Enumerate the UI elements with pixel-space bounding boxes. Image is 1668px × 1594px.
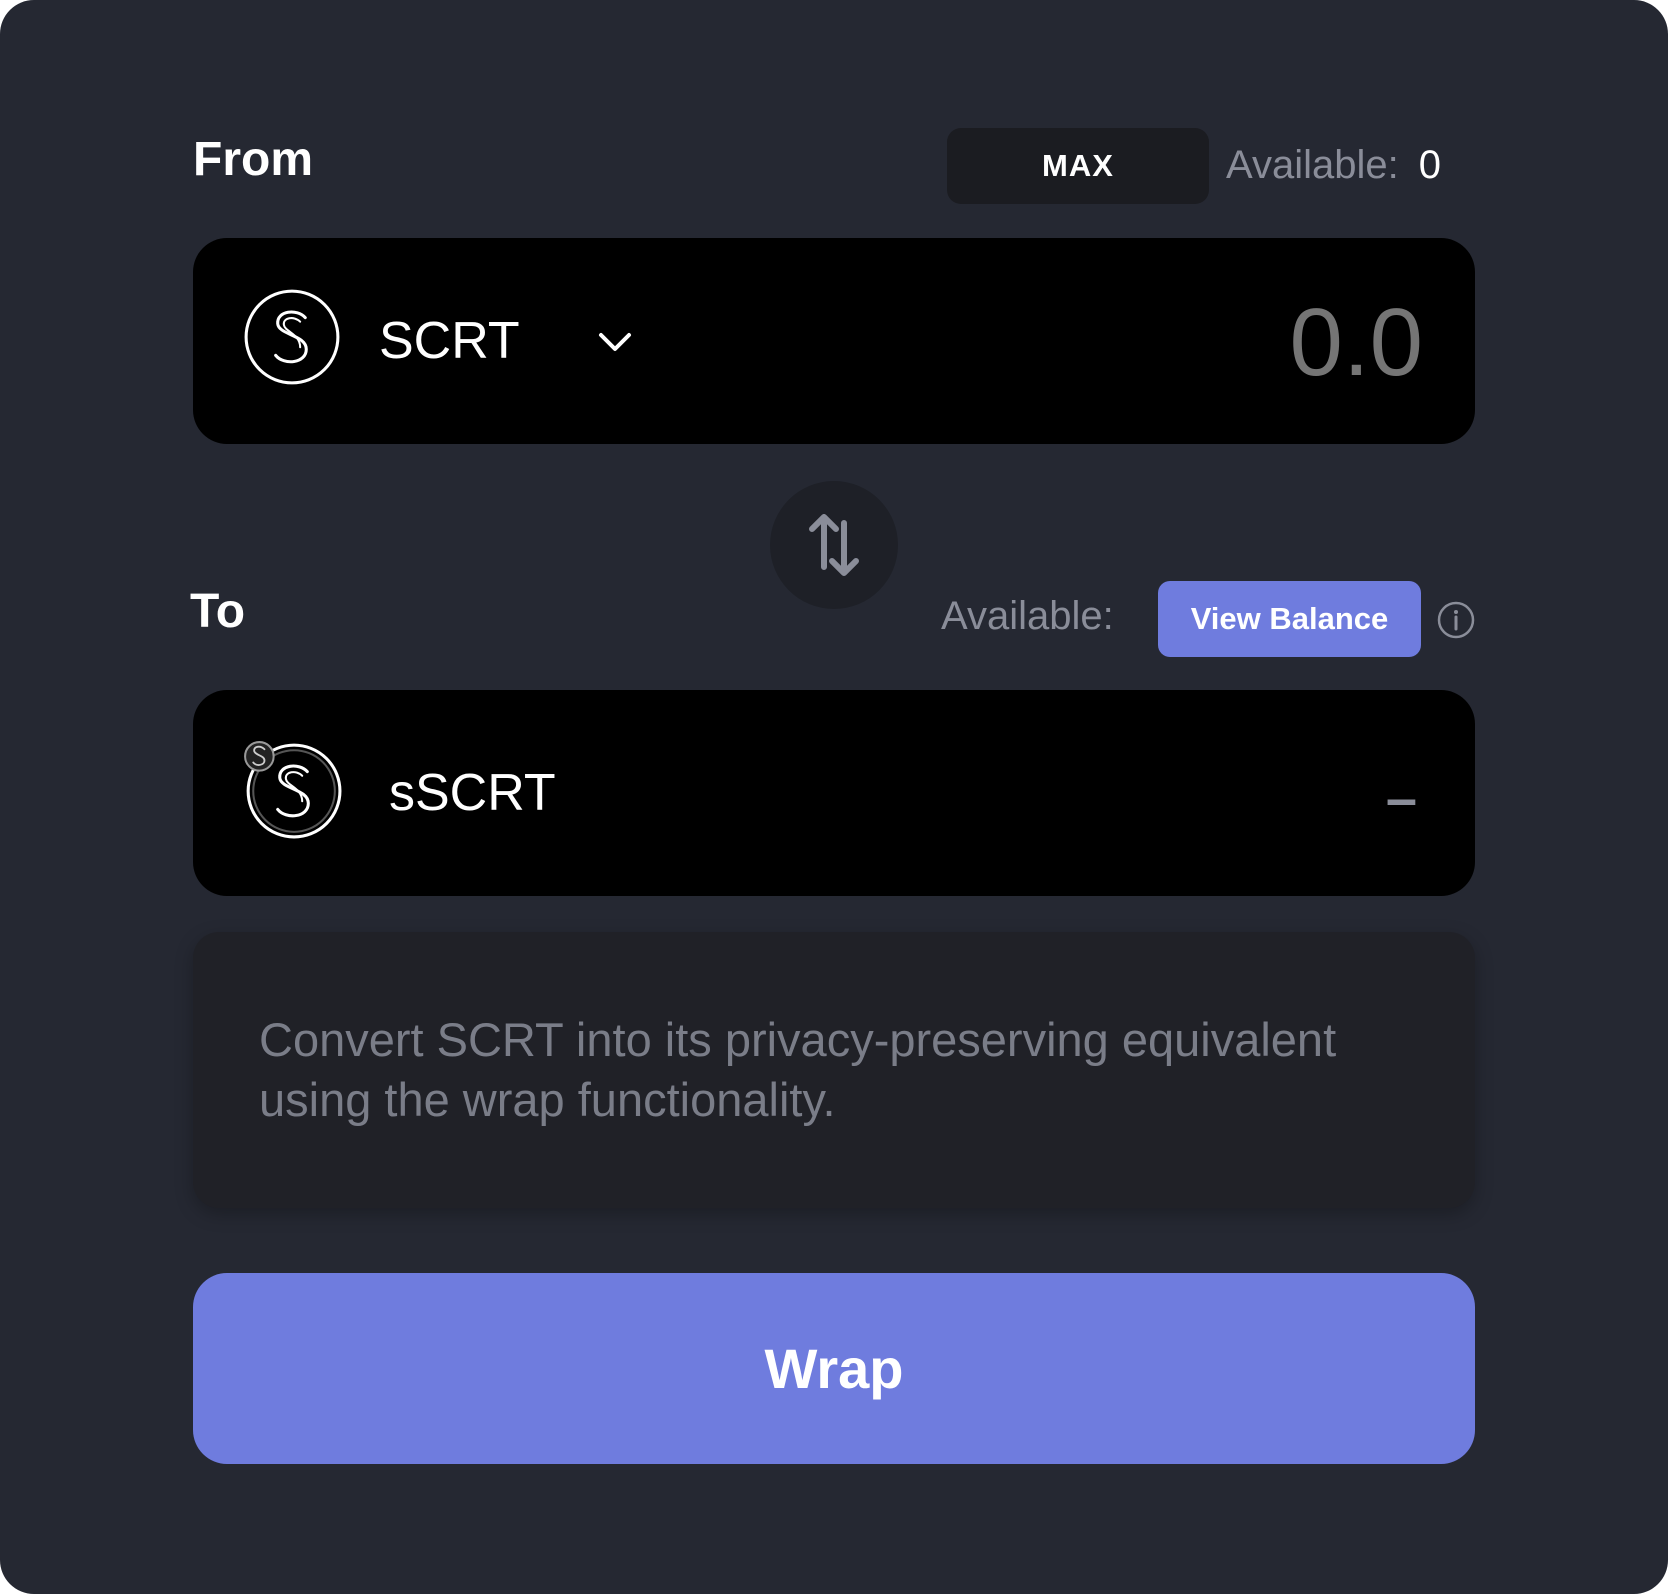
to-amount-value: – — [1385, 766, 1417, 829]
to-token-box: sSCRT – — [193, 690, 1475, 896]
description-box: Convert SCRT into its privacy-preserving… — [193, 932, 1475, 1208]
from-available: Available: 0 — [1226, 135, 1441, 195]
wrap-button[interactable]: Wrap — [193, 1273, 1475, 1464]
chevron-down-icon[interactable] — [593, 320, 637, 364]
sscrt-logo-icon — [244, 741, 342, 839]
view-balance-button[interactable]: View Balance — [1158, 581, 1421, 657]
from-amount-input[interactable] — [923, 288, 1423, 398]
from-available-label: Available: — [1226, 142, 1399, 187]
from-token-box: SCRT — [193, 238, 1475, 444]
swap-direction-button[interactable] — [770, 481, 898, 609]
from-token-name[interactable]: SCRT — [379, 306, 520, 376]
from-label: From — [193, 133, 313, 186]
to-token-name: sSCRT — [389, 764, 556, 822]
info-icon[interactable] — [1436, 600, 1476, 640]
to-label: To — [190, 585, 246, 638]
swap-arrows-icon — [809, 514, 859, 576]
to-available-label: Available: — [941, 594, 1114, 638]
wrap-panel: From MAX Available: 0 SCRT To Available:… — [0, 0, 1668, 1594]
scrt-logo-icon — [244, 289, 340, 385]
description-text: Convert SCRT into its privacy-preserving… — [259, 1013, 1337, 1126]
from-available-value: 0 — [1418, 142, 1441, 187]
max-button[interactable]: MAX — [947, 128, 1209, 204]
